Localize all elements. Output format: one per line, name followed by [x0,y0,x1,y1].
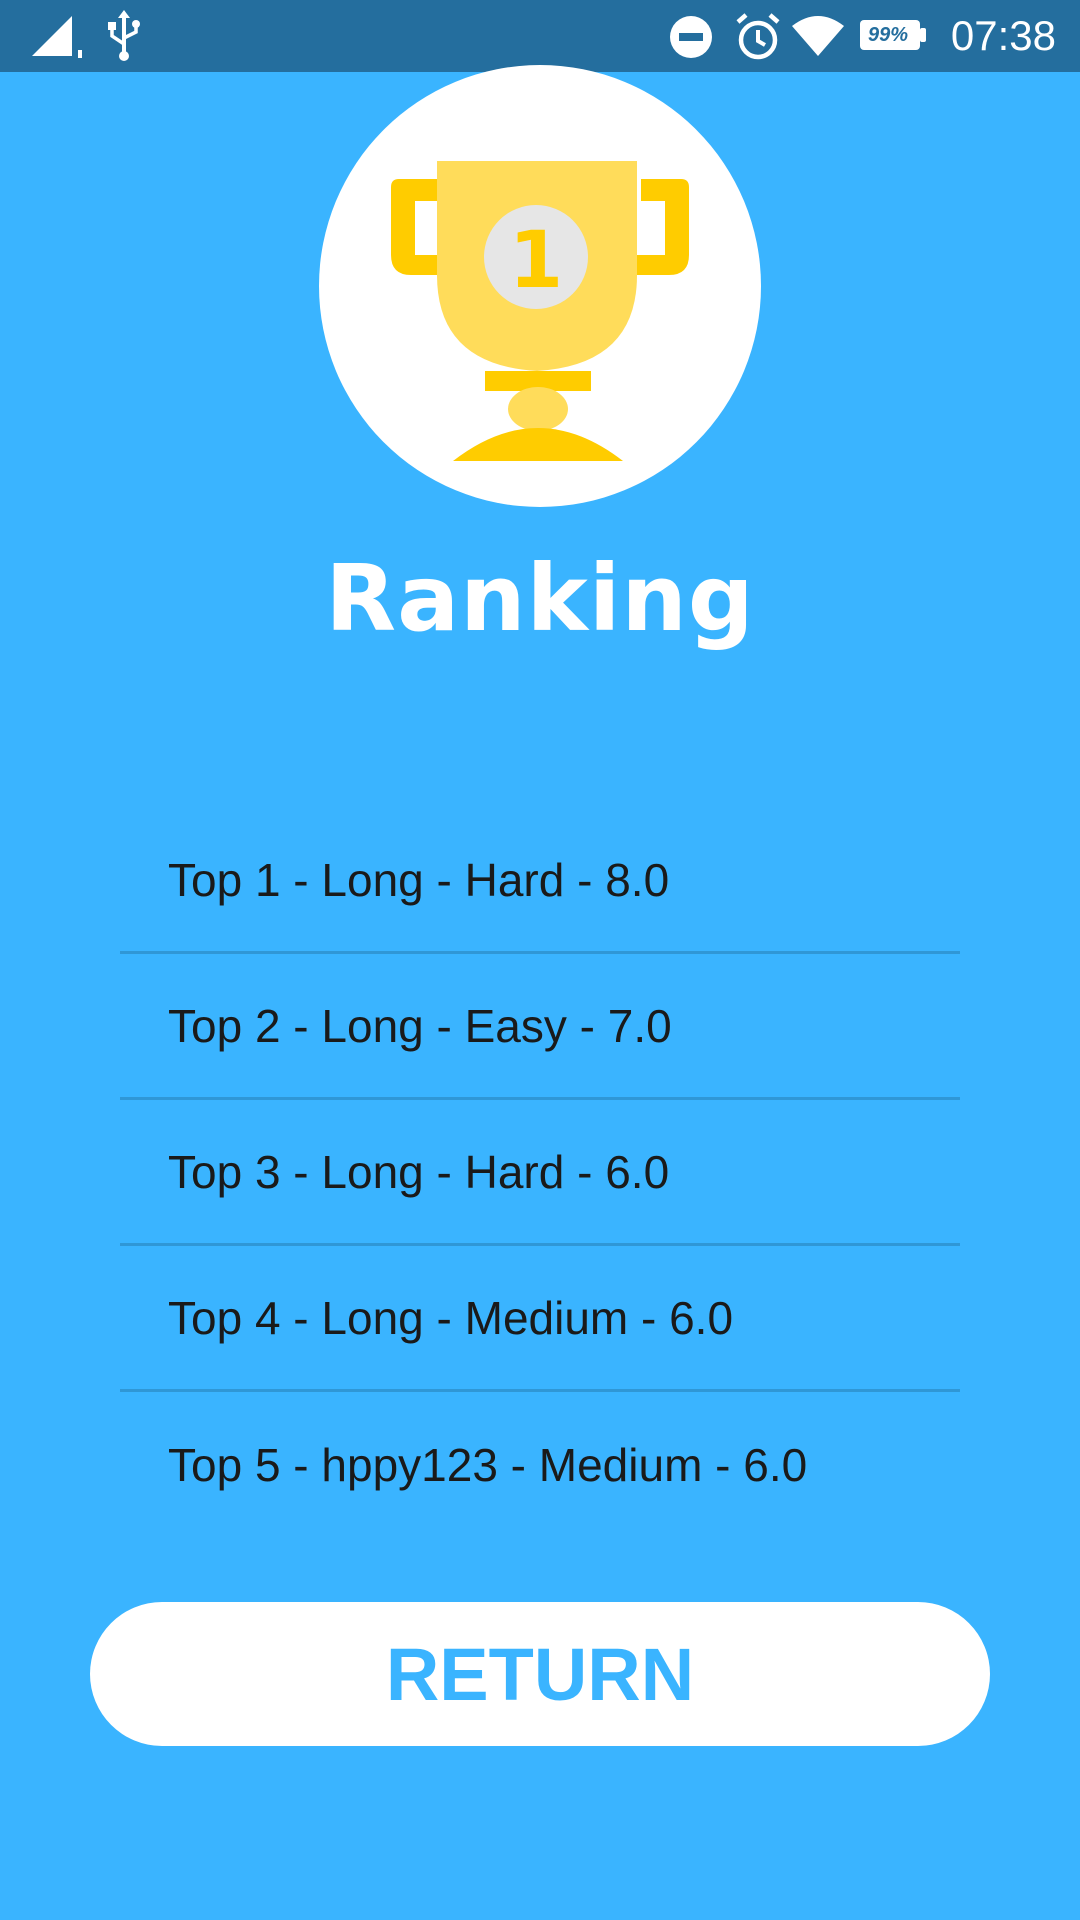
wifi-icon [790,14,846,63]
trophy-number: 1 [509,216,563,306]
return-button[interactable]: RETURN [90,1602,990,1746]
page-title: Ranking [325,545,755,652]
ranking-list: Top 1 - Long - Hard - 8.0 Top 2 - Long -… [120,808,960,1538]
alarm-icon [734,12,782,67]
trophy-badge: 1 [319,65,761,507]
battery-level: 99% [867,24,909,46]
ranking-row-3: Top 3 - Long - Hard - 6.0 [120,1100,960,1246]
battery-icon: 99% [858,18,928,52]
ranking-row-1: Top 1 - Long - Hard - 8.0 [120,808,960,954]
ranking-row-2: Top 2 - Long - Easy - 7.0 [120,954,960,1100]
status-bar: 99% 07:38 [0,0,1080,72]
ranking-row-5: Top 5 - hppy123 - Medium - 6.0 [168,1439,808,1491]
do-not-disturb-icon [668,14,714,65]
signal-icon [28,12,88,65]
status-time: 07:38 [950,12,1056,59]
usb-icon [104,10,144,67]
trophy-icon: 1 [391,161,689,461]
ranking-row-4: Top 4 - Long - Medium - 6.0 [120,1246,960,1392]
